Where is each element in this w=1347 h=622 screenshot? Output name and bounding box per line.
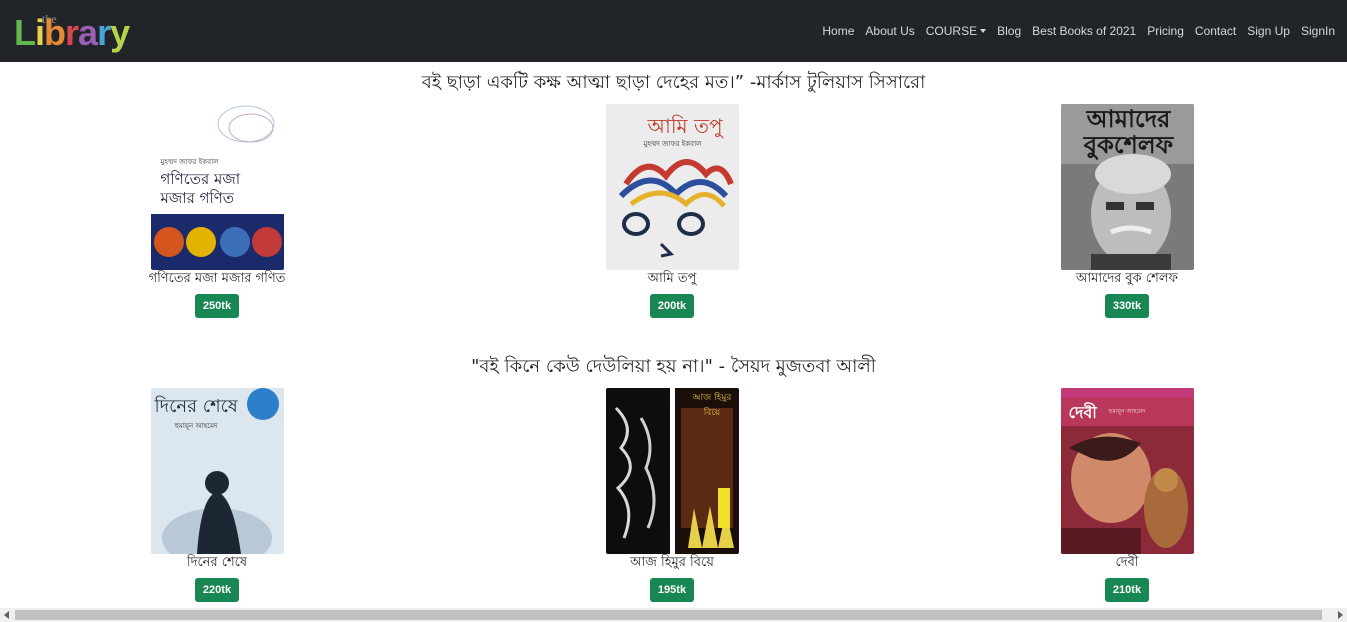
book-cover-image[interactable]: দেবী হুমায়ূন আহমেদ (1060, 388, 1194, 554)
cover-title-text: গণিতের মজা মজার গণিত (160, 170, 241, 207)
book-title: গণিতের মজা মজার গণিত (148, 271, 286, 286)
main-nav: Home About Us COURSE Blog Best Books of … (811, 24, 1335, 38)
nav-sign-in[interactable]: SignIn (1301, 24, 1335, 38)
cover-author-text: মুহম্মদ জাফর ইকবাল (643, 140, 702, 148)
logo-wordmark: Library (14, 12, 130, 53)
book-cover-image[interactable]: আমি তপু মুহম্মদ জাফর ইকবাল (605, 104, 739, 270)
book-cover-image[interactable]: দিনের শেষে হুমায়ূন আহমেদ (150, 388, 284, 554)
book-cover-image[interactable]: আমাদের বুকশেলফ (1060, 104, 1194, 270)
scroll-right-arrow-icon[interactable] (1338, 611, 1343, 619)
cover-author-text: মুহম্মদ জাফর ইকবাল (160, 158, 219, 166)
price-button[interactable]: 250tk (194, 294, 240, 318)
brand-logo[interactable]: the Library (14, 6, 134, 56)
nav-best-books-2021[interactable]: Best Books of 2021 (1032, 24, 1136, 38)
cover-title-text: আমাদের বুকশেলফ (1083, 105, 1174, 159)
quote-heading-2: "বই কিনে কেউ দেউলিয়া হয় না।" - সৈয়দ ম… (471, 356, 876, 377)
nav-blog[interactable]: Blog (997, 24, 1021, 38)
quote-heading-1: বই ছাড়া একটি কক্ষ আত্মা ছাড়া দেহের মত।… (421, 72, 926, 93)
cover-title-text: আজ হিমুর বিয়ে (692, 393, 732, 418)
book-card: আমাদের বুকশেলফ আমাদের বুক শেলফ 330tk (1027, 104, 1227, 318)
navbar: the Library Home About Us COURSE Blog Be… (0, 0, 1347, 62)
book-cover-image[interactable]: আজ হিমুর বিয়ে (605, 388, 739, 554)
price-button[interactable]: 195tk (649, 578, 695, 602)
book-row-2: দিনের শেষে হুমায়ূন আহমেদ দিনের শেষে 220… (0, 388, 1347, 618)
book-row-1: মুহম্মদ জাফর ইকবাল গণিতের মজা মজার গণিত … (0, 104, 1347, 334)
nav-course-label: COURSE (925, 24, 978, 38)
book-title: দিনের শেষে (186, 555, 248, 570)
nav-course-dropdown[interactable]: COURSE (925, 24, 987, 38)
book-card: আজ হিমুর বিয়ে আজ হিমুর বিয়ে 195tk (572, 388, 772, 602)
book-card: দিনের শেষে হুমায়ূন আহমেদ দিনের শেষে 220… (117, 388, 317, 602)
price-button[interactable]: 330tk (1104, 294, 1150, 318)
book-cover-image[interactable]: মুহম্মদ জাফর ইকবাল গণিতের মজা মজার গণিত (150, 104, 284, 270)
nav-contact[interactable]: Contact (1195, 24, 1236, 38)
scroll-left-arrow-icon[interactable] (4, 611, 9, 619)
book-card: দেবী হুমায়ূন আহমেদ দেবী 210tk (1027, 388, 1227, 602)
cover-title-text: দিনের শেষে (154, 396, 238, 417)
nav-about-us[interactable]: About Us (865, 24, 914, 38)
book-title: আমি তপু (647, 271, 697, 286)
cover-title-text: দেবী (1068, 403, 1097, 422)
chevron-down-icon (980, 29, 987, 33)
book-title: আমাদের বুক শেলফ (1075, 271, 1179, 286)
book-title: আজ হিমুর বিয়ে (630, 555, 714, 570)
nav-pricing[interactable]: Pricing (1147, 24, 1184, 38)
price-button[interactable]: 200tk (649, 294, 695, 318)
horizontal-scrollbar[interactable] (0, 608, 1347, 622)
book-card: আমি তপু মুহম্মদ জাফর ইকবাল আমি তপু 200tk (572, 104, 772, 318)
cover-author-text: হুমায়ূন আহমেদ (174, 422, 218, 430)
scrollbar-thumb[interactable] (15, 610, 1322, 620)
book-title: দেবী (1115, 555, 1139, 570)
price-button[interactable]: 220tk (194, 578, 240, 602)
book-card: মুহম্মদ জাফর ইকবাল গণিতের মজা মজার গণিত … (117, 104, 317, 318)
nav-sign-up[interactable]: Sign Up (1247, 24, 1290, 38)
nav-home[interactable]: Home (822, 24, 854, 38)
price-button[interactable]: 210tk (1104, 578, 1150, 602)
cover-author-text: হুমায়ূন আহমেদ (1108, 408, 1146, 415)
